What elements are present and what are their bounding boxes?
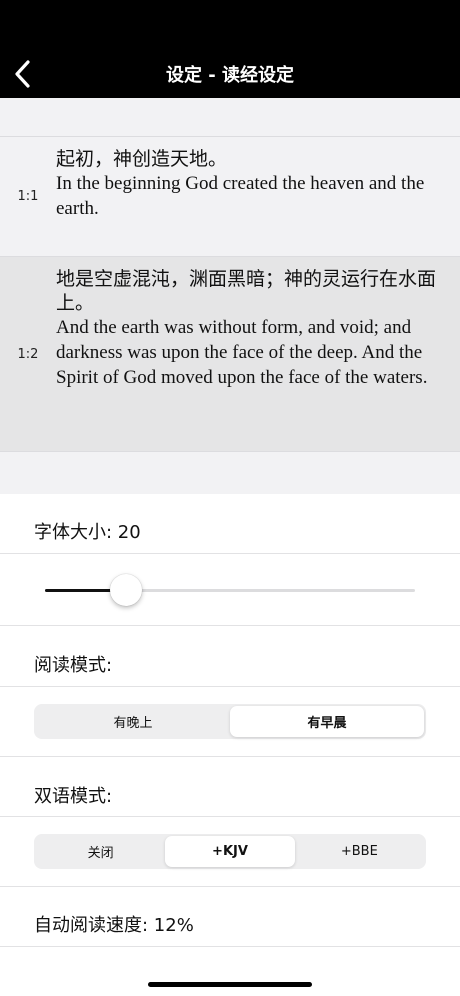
reading-mode-label: 阅读模式: [34, 655, 113, 676]
bilingual-mode-label: 双语模式: [34, 786, 113, 807]
home-indicator [148, 982, 312, 987]
page-title: 设定 - 读经设定 [165, 65, 294, 86]
verse-row-highlighted[interactable]: 1:2 地是空虚混沌，渊面黑暗；神的灵运行在水面上。 And the earth… [0, 256, 460, 452]
font-size-label: 字体大小: 20 [34, 522, 141, 543]
reading-mode-option-morning[interactable]: 有早晨 [230, 706, 424, 737]
verse-text: 地是空虚混沌，渊面黑暗；神的灵运行在水面上。 And the earth was… [56, 267, 438, 390]
verse-text: 起初，神创造天地。 In the beginning God created t… [56, 147, 438, 221]
divider [0, 686, 460, 687]
divider [0, 625, 460, 626]
bilingual-mode-segmented-control[interactable]: 关闭 +KJV +BBE [34, 834, 426, 869]
divider [0, 553, 460, 554]
verse-chinese-text: 起初，神创造天地。 [56, 148, 228, 170]
reading-preview: 1:1 起初，神创造天地。 In the beginning God creat… [0, 98, 460, 494]
bilingual-option-off[interactable]: 关闭 [36, 836, 165, 867]
reading-mode-option-evening[interactable]: 有晚上 [36, 706, 230, 737]
verse-number: 1:1 [17, 189, 39, 204]
bilingual-option-bbe[interactable]: +BBE [295, 836, 424, 867]
verse-english-text: And the earth was without form, and void… [56, 317, 428, 388]
bilingual-option-kjv[interactable]: +KJV [165, 836, 295, 867]
divider [0, 946, 460, 947]
verse-english-text: In the beginning God created the heaven … [56, 173, 425, 219]
divider [0, 816, 460, 817]
divider [0, 756, 460, 757]
reading-mode-segmented-control[interactable]: 有晚上 有早晨 [34, 704, 426, 739]
auto-read-speed-label[interactable]: 自动阅读速度: 12% [34, 911, 194, 937]
verse-row[interactable]: 1:1 起初，神创造天地。 In the beginning God creat… [0, 136, 460, 256]
verse-number: 1:2 [17, 347, 39, 362]
divider [0, 886, 460, 887]
font-size-slider-thumb[interactable] [110, 574, 143, 606]
navigation-bar: 设定 - 读经设定 [0, 0, 460, 98]
verse-chinese-text: 地是空虚混沌，渊面黑暗；神的灵运行在水面上。 [56, 268, 437, 314]
